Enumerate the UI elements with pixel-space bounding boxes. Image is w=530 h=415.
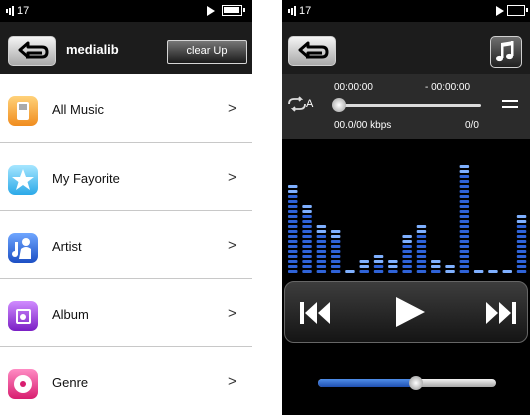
equalizer-bar	[288, 185, 298, 273]
library-header: medialib clear Up	[0, 22, 252, 74]
progress-bar[interactable]	[336, 104, 481, 107]
playback-controls	[284, 281, 528, 343]
library-menu: All Music > My Fayorite > Artist > Album…	[0, 74, 252, 414]
chevron-right-icon: >	[228, 237, 237, 254]
menu-item-label: All Music	[52, 102, 105, 117]
volume-knob[interactable]	[408, 376, 423, 390]
play-button[interactable]	[393, 295, 427, 329]
repeat-mode-label: A	[306, 98, 314, 110]
player-header	[282, 22, 530, 74]
ipod-icon	[8, 96, 38, 126]
previous-track-button[interactable]	[297, 298, 333, 328]
menu-item-album[interactable]: Album >	[0, 278, 252, 346]
menu-item-label: Genre	[52, 375, 89, 390]
repeat-a-button[interactable]: A	[286, 96, 313, 117]
playlist-icon[interactable]	[502, 100, 518, 112]
artist-icon	[8, 233, 38, 263]
equalizer-bar	[416, 225, 427, 273]
equalizer-bar	[302, 205, 312, 273]
equalizer-bar	[473, 270, 484, 273]
volume-slider[interactable]	[318, 379, 496, 387]
media-library-screen: 17 medialib clear Up All Music > My Fayo…	[0, 0, 252, 415]
player-screen: 17 00:00:00 - 00:00:00 A 00.0/00 kbps 0/…	[282, 0, 530, 415]
menu-item-label: Artist	[52, 239, 82, 254]
equalizer-bar	[388, 260, 398, 273]
back-button[interactable]	[288, 36, 336, 66]
music-note-icon	[496, 41, 514, 62]
now-playing-panel: 00:00:00 - 00:00:00 A 00.0/00 kbps 0/0	[282, 74, 530, 139]
signal-text: 17	[299, 5, 312, 17]
equalizer-bar	[488, 270, 498, 273]
album-icon	[8, 301, 38, 331]
genre-icon	[8, 369, 38, 399]
equalizer-bar	[359, 260, 369, 273]
bitrate-text: 00.0/00 kbps	[334, 120, 392, 131]
play-status-icon	[496, 6, 504, 16]
equalizer-bar	[445, 265, 455, 273]
remaining-time: - 00:00:00	[425, 82, 471, 93]
status-bar: 17	[0, 0, 252, 22]
signal-text: 17	[17, 5, 30, 17]
battery-icon	[507, 5, 528, 16]
status-bar: 17	[282, 0, 530, 22]
signal-icon: 17	[288, 4, 311, 18]
track-count: 0/0	[465, 120, 479, 131]
next-track-button[interactable]	[483, 298, 519, 328]
elapsed-time: 00:00:00	[334, 82, 373, 93]
page-title: medialib	[66, 42, 119, 57]
equalizer-bar	[402, 235, 412, 273]
back-button[interactable]	[8, 36, 56, 66]
equalizer-visualizer	[288, 165, 527, 273]
battery-icon	[222, 5, 245, 16]
equalizer-bar	[431, 260, 441, 273]
signal-icon: 17	[6, 4, 29, 18]
menu-item-artist[interactable]: Artist >	[0, 210, 252, 278]
repeat-icon	[288, 96, 306, 112]
star-icon	[8, 165, 38, 195]
equalizer-bar	[502, 270, 512, 273]
progress-knob[interactable]	[332, 98, 346, 112]
back-arrow-icon	[298, 41, 329, 59]
menu-item-label: Album	[52, 307, 89, 322]
equalizer-bar	[373, 255, 384, 273]
equalizer-bar	[316, 225, 327, 273]
equalizer-bar	[459, 165, 470, 273]
equalizer-bar	[516, 215, 527, 273]
chevron-right-icon: >	[228, 305, 237, 322]
menu-item-all-music[interactable]: All Music >	[0, 74, 252, 142]
chevron-right-icon: >	[228, 169, 237, 186]
equalizer-bar	[330, 230, 341, 273]
back-arrow-icon	[18, 41, 49, 59]
menu-item-my-favorite[interactable]: My Fayorite >	[0, 142, 252, 210]
clear-up-button[interactable]: clear Up	[167, 40, 247, 64]
chevron-right-icon: >	[228, 373, 237, 390]
chevron-right-icon: >	[228, 100, 237, 117]
equalizer-bar	[345, 270, 355, 273]
music-note-button[interactable]	[490, 36, 522, 68]
play-status-icon	[207, 6, 215, 16]
menu-item-label: My Fayorite	[52, 171, 120, 186]
menu-item-genre[interactable]: Genre >	[0, 346, 252, 414]
